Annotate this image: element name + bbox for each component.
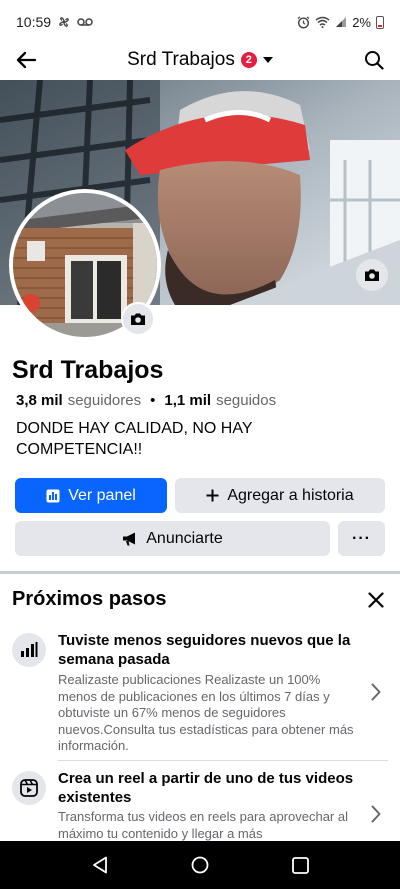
battery-icon <box>376 15 384 29</box>
nav-home-button[interactable] <box>180 845 220 885</box>
search-button[interactable] <box>360 46 388 74</box>
nav-recents-button[interactable] <box>280 845 320 885</box>
dashboard-icon <box>46 489 60 502</box>
edit-profile-picture-button[interactable] <box>121 302 155 336</box>
search-icon <box>364 51 384 70</box>
signal-icon <box>336 17 347 27</box>
status-time: 10:59 <box>16 14 52 30</box>
next-step-item[interactable]: Crea un reel a partir de uno de tus vide… <box>12 769 388 841</box>
edit-cover-button[interactable] <box>356 259 388 291</box>
caret-down-icon <box>262 57 273 63</box>
close-next-steps-button[interactable] <box>364 588 388 612</box>
add-to-story-label: Agregar a historia <box>227 486 354 504</box>
battery-percent: 2% <box>352 14 371 30</box>
profile-switcher[interactable]: Srd Trabajos 2 <box>127 49 273 71</box>
add-to-story-button[interactable]: Agregar a historia <box>175 478 385 513</box>
step-title: Crea un reel a partir de uno de tus vide… <box>58 770 354 806</box>
followers-label[interactable]: seguidores <box>68 392 141 409</box>
profile-name: Srd Trabajos <box>12 356 164 384</box>
secondary-actions: Anunciarte ··· <box>15 521 385 556</box>
advertise-label: Anunciarte <box>146 529 223 547</box>
close-icon <box>368 592 384 608</box>
view-dashboard-label: Ver panel <box>68 486 136 504</box>
step-separator <box>58 760 388 761</box>
primary-actions: Ver panel Agregar a historia <box>15 478 385 513</box>
status-bar: 10:59 2% <box>0 0 400 44</box>
circle-home-icon <box>191 856 209 874</box>
wifi-icon <box>315 16 330 28</box>
system-navigation-bar <box>0 841 400 889</box>
section-divider <box>0 571 400 574</box>
advertise-button[interactable]: Anunciarte <box>15 521 330 556</box>
alarm-icon <box>297 15 310 29</box>
following-count[interactable]: 1,1 mil <box>164 392 211 409</box>
fan-icon <box>59 17 69 27</box>
reels-icon <box>12 771 46 805</box>
step-description: Transforma tus videos en reels para apro… <box>58 809 348 841</box>
more-options-button[interactable]: ··· <box>338 521 385 556</box>
follow-stats: 3,8 mil seguidores • 1,1 mil seguidos <box>16 392 276 409</box>
notification-badge: 2 <box>240 52 257 68</box>
back-button[interactable] <box>12 46 40 74</box>
voicemail-icon <box>77 18 93 26</box>
step-title: Tuviste menos seguidores nuevos que la s… <box>58 632 351 668</box>
profile-bio: DONDE HAY CALIDAD, NO HAY COMPETENCIA!! <box>16 420 253 458</box>
bar-chart-icon <box>12 633 46 667</box>
header-title: Srd Trabajos <box>127 49 235 70</box>
arrow-left-icon <box>16 51 37 69</box>
app-header: Srd Trabajos 2 <box>0 44 400 76</box>
view-dashboard-button[interactable]: Ver panel <box>15 478 167 513</box>
camera-icon <box>131 313 145 325</box>
plus-icon <box>206 489 219 502</box>
next-steps-title: Próximos pasos <box>12 588 167 610</box>
megaphone-icon <box>123 532 136 545</box>
chevron-right-icon <box>366 802 386 826</box>
followers-count[interactable]: 3,8 mil <box>16 392 63 409</box>
step-description: Realizaste publicaciones Realizaste un 1… <box>58 672 354 753</box>
stats-separator: • <box>150 392 156 409</box>
following-label[interactable]: seguidos <box>216 392 276 409</box>
chevron-right-icon <box>366 680 386 704</box>
square-recents-icon <box>291 856 309 874</box>
triangle-back-icon <box>93 856 107 874</box>
camera-icon <box>365 269 379 281</box>
next-step-item[interactable]: Tuviste menos seguidores nuevos que la s… <box>12 631 388 756</box>
nav-back-button[interactable] <box>80 845 120 885</box>
more-options-label: ··· <box>352 529 371 547</box>
